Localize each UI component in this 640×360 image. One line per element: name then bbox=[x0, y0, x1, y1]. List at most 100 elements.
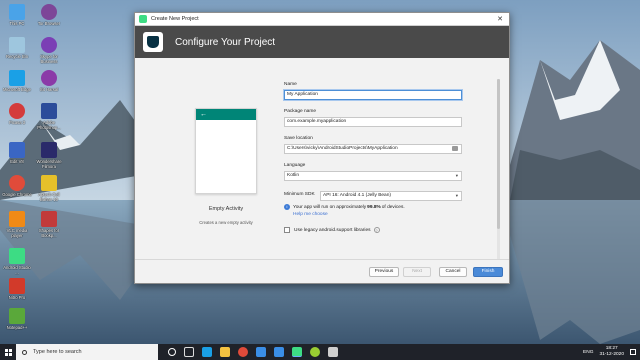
desktop-icon[interactable]: Notepad++ bbox=[2, 308, 32, 330]
android-studio-icon bbox=[9, 248, 25, 264]
desktop-icon[interactable]: Skype for Business bbox=[34, 37, 64, 64]
info-icon: i bbox=[284, 204, 290, 210]
cancel-button[interactable]: Cancel bbox=[439, 267, 467, 277]
name-value: My Application bbox=[287, 92, 318, 97]
task-view-icon[interactable] bbox=[184, 347, 194, 357]
help-icon[interactable]: ? bbox=[373, 227, 380, 233]
save-location-value: C:\Users\vicky\AndroidStudioProjects\MyA… bbox=[287, 146, 398, 151]
search-icon bbox=[22, 349, 27, 355]
file-explorer-icon[interactable] bbox=[220, 347, 230, 357]
device-coverage-info: i Your app will run on approximately 99.… bbox=[284, 204, 405, 210]
skype-icon bbox=[41, 37, 57, 53]
finish-button[interactable]: Finish bbox=[473, 267, 503, 277]
windows-logo-icon bbox=[4, 348, 12, 356]
chrome-icon[interactable] bbox=[238, 347, 248, 357]
tor-browser-icon bbox=[41, 4, 57, 20]
page-title: Configure Your Project bbox=[175, 36, 276, 48]
preview-appbar: ← bbox=[196, 109, 256, 120]
close-icon[interactable]: ✕ bbox=[491, 15, 509, 23]
legacy-label: Use legacy android.support libraries bbox=[294, 227, 371, 233]
scrollbar-thumb[interactable] bbox=[497, 79, 500, 229]
desktop-icon[interactable]: Google Chrome bbox=[2, 175, 32, 197]
notification-icon[interactable] bbox=[630, 349, 636, 355]
create-project-dialog: Create New Project ✕ Configure Your Proj… bbox=[134, 12, 510, 284]
package-input[interactable]: com.example.myapplication bbox=[284, 117, 462, 127]
app-icon bbox=[9, 278, 25, 294]
content-scrollbar[interactable] bbox=[497, 79, 500, 269]
chevron-down-icon: ▾ bbox=[455, 173, 458, 178]
notepad-icon bbox=[9, 308, 25, 324]
dialog-content: ← Empty Activity Creates a new empty act… bbox=[135, 59, 509, 261]
legacy-checkbox[interactable] bbox=[284, 227, 290, 233]
desktop-icon[interactable]: Edit V8 bbox=[2, 142, 32, 164]
desktop-icon[interactable]: Shapes for Bookp... bbox=[34, 211, 64, 238]
app-icon bbox=[41, 175, 57, 191]
chrome-icon bbox=[9, 175, 25, 191]
edge-icon[interactable] bbox=[202, 347, 212, 357]
android-studio-icon[interactable] bbox=[292, 347, 302, 357]
name-label: Name bbox=[284, 82, 297, 87]
window-title: Create New Project bbox=[151, 16, 199, 22]
language-label: Language bbox=[284, 163, 306, 168]
coverage-prefix: Your app will run on approximately bbox=[293, 204, 367, 210]
desktop-icon[interactable]: Microsoft Edge bbox=[2, 70, 32, 92]
template-preview: ← bbox=[195, 108, 257, 194]
legacy-libraries-option[interactable]: Use legacy android.support libraries ? bbox=[284, 227, 380, 233]
help-me-choose-link[interactable]: Help me choose bbox=[293, 212, 328, 217]
desktop-icon[interactable]: Nitro Pro bbox=[2, 278, 32, 300]
app-icon bbox=[41, 70, 57, 86]
desktop-icon[interactable]: Tor Browser bbox=[34, 4, 64, 26]
edit-icon bbox=[9, 142, 25, 158]
android-studio-icon bbox=[139, 15, 147, 23]
package-label: Package name bbox=[284, 109, 316, 114]
app-icon[interactable] bbox=[310, 347, 320, 357]
search-placeholder: Type here to search bbox=[33, 349, 82, 355]
edge-icon bbox=[9, 70, 25, 86]
mail-icon[interactable] bbox=[274, 347, 284, 357]
min-sdk-value: API 16: Android 4.1 (Jelly Bean) bbox=[323, 193, 391, 198]
save-location-input[interactable]: C:\Users\vicky\AndroidStudioProjects\MyA… bbox=[284, 144, 462, 154]
chevron-down-icon: ▾ bbox=[455, 193, 458, 198]
system-tray: ENG 18:27 31-12-2020 bbox=[583, 344, 636, 360]
template-description: Creates a new empty activity bbox=[199, 220, 253, 225]
recycle-bin-icon bbox=[9, 37, 25, 53]
dialog-footer: Previous Next Cancel Finish bbox=[135, 259, 509, 283]
desktop-icon[interactable]: Aptech Cell Bahan 10 bbox=[34, 175, 64, 202]
min-sdk-label: Minimum SDK bbox=[284, 192, 315, 197]
desktop-icon[interactable]: This PC bbox=[2, 4, 32, 26]
photoshop-icon bbox=[41, 103, 57, 119]
save-location-label: Save location bbox=[284, 136, 313, 141]
taskbar: Type here to search ENG 18:27 31-12-2020 bbox=[0, 344, 640, 360]
desktop-icon[interactable]: Wondershare Filmora bbox=[34, 142, 64, 169]
previous-button[interactable]: Previous bbox=[369, 267, 399, 277]
picasa-icon bbox=[9, 103, 25, 119]
taskbar-search-box[interactable]: Type here to search bbox=[16, 344, 158, 360]
package-value: com.example.myapplication bbox=[287, 119, 347, 124]
dialog-titlebar[interactable]: Create New Project ✕ bbox=[135, 13, 509, 26]
name-input[interactable]: My Application bbox=[284, 90, 462, 100]
desktop-icon[interactable]: Recycle Bin bbox=[2, 37, 32, 59]
language-select[interactable]: Kotlin ▾ bbox=[284, 171, 462, 181]
start-button[interactable] bbox=[0, 344, 16, 360]
app-icon[interactable] bbox=[328, 347, 338, 357]
desktop-icon[interactable]: Picasa 3 bbox=[2, 103, 32, 125]
filmora-icon bbox=[41, 142, 57, 158]
store-icon[interactable] bbox=[256, 347, 266, 357]
desktop-icon[interactable]: Sit Harsal bbox=[34, 70, 64, 92]
next-button[interactable]: Next bbox=[403, 267, 431, 277]
app-icon bbox=[41, 211, 57, 227]
dialog-banner: Configure Your Project bbox=[135, 26, 509, 58]
language-value: Kotlin bbox=[287, 173, 299, 178]
computer-icon bbox=[9, 4, 25, 20]
min-sdk-select[interactable]: API 16: Android 4.1 (Jelly Bean) ▾ bbox=[320, 191, 462, 201]
clock-date: 31-12-2020 bbox=[599, 352, 624, 357]
template-name: Empty Activity bbox=[208, 206, 244, 212]
folder-icon[interactable] bbox=[452, 146, 458, 151]
desktop-icon[interactable]: Adobe Photoshop... bbox=[34, 103, 64, 130]
language-indicator[interactable]: ENG bbox=[583, 350, 593, 355]
cortana-icon[interactable] bbox=[168, 348, 176, 356]
desktop-icon[interactable]: Android Studio ... bbox=[2, 248, 32, 275]
desktop-icon[interactable]: VLC media player bbox=[2, 211, 32, 238]
clock[interactable]: 18:27 31-12-2020 bbox=[599, 346, 624, 358]
vlc-icon bbox=[9, 211, 25, 227]
